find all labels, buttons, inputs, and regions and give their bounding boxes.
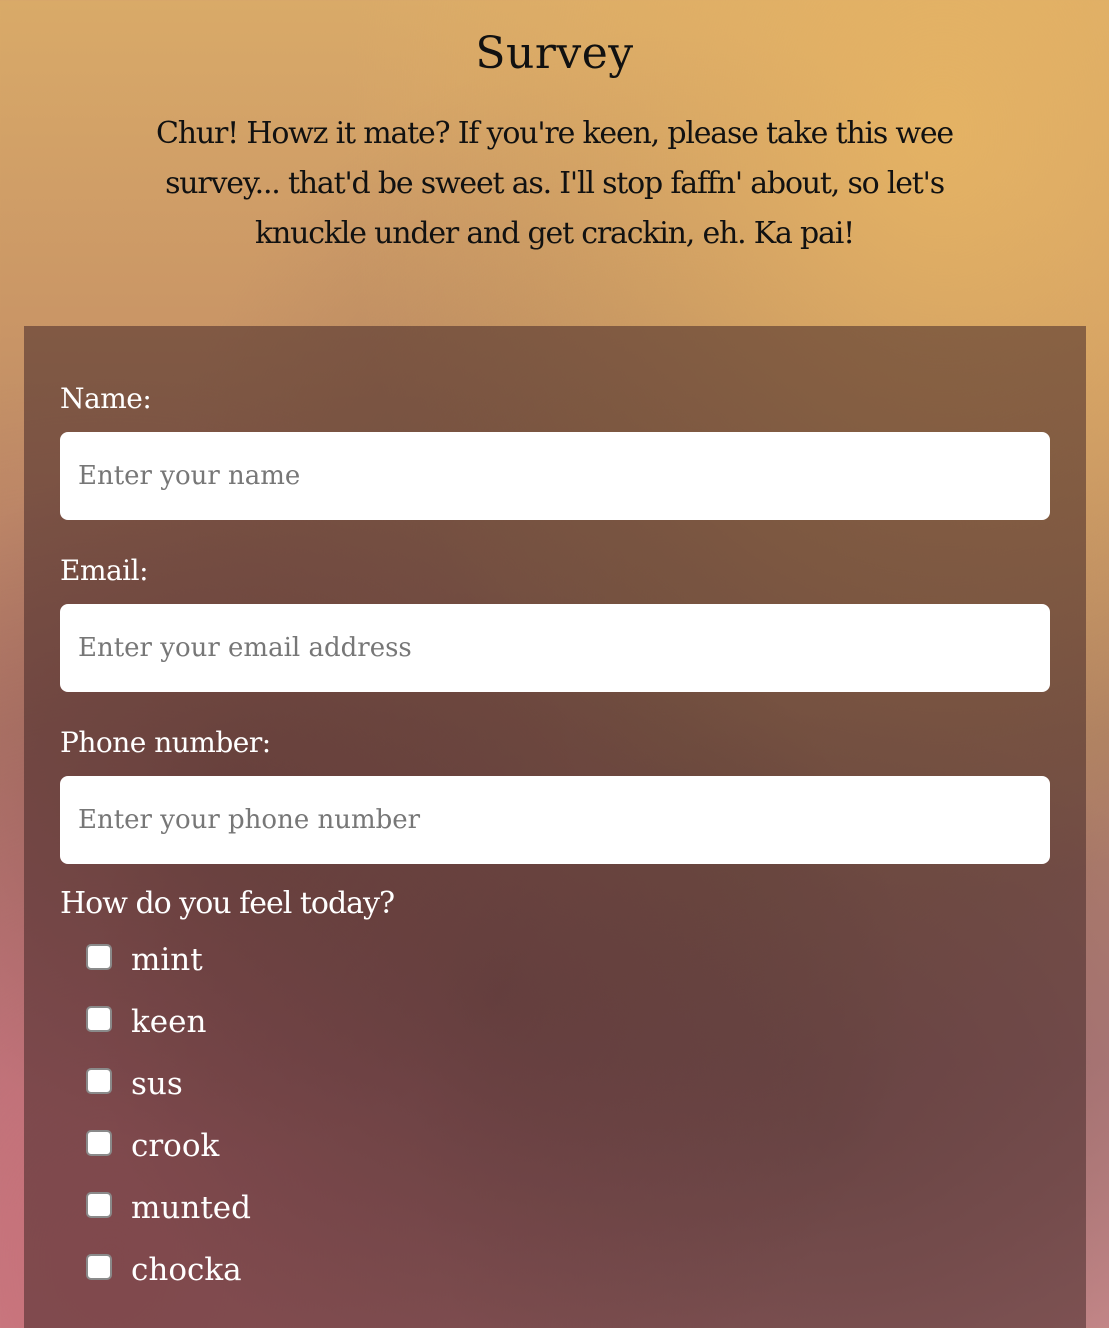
checkbox-mint[interactable]: [86, 944, 112, 970]
feeling-option-chocka: chocka: [86, 1252, 251, 1314]
checkbox-sus[interactable]: [86, 1068, 112, 1094]
feeling-option-keen: keen: [86, 1004, 251, 1066]
checkbox-chocka[interactable]: [86, 1254, 112, 1280]
name-label: Name:: [60, 382, 152, 415]
option-label[interactable]: mint: [131, 942, 203, 978]
email-input[interactable]: [60, 604, 1050, 692]
feelings-options: mint keen sus crook munted chocka: [86, 942, 251, 1314]
option-label[interactable]: munted: [131, 1190, 251, 1226]
feeling-option-crook: crook: [86, 1128, 251, 1190]
survey-form: Name: Email: Phone number: How do you fe…: [24, 326, 1086, 1328]
checkbox-keen[interactable]: [86, 1006, 112, 1032]
option-label[interactable]: sus: [131, 1066, 183, 1102]
feelings-question: How do you feel today?: [60, 886, 395, 921]
phone-label: Phone number:: [60, 726, 271, 759]
checkbox-crook[interactable]: [86, 1130, 112, 1156]
page-header: Survey Chur! Howz it mate? If you're kee…: [0, 0, 1109, 259]
option-label[interactable]: crook: [131, 1128, 219, 1164]
option-label[interactable]: keen: [131, 1004, 206, 1040]
feeling-option-mint: mint: [86, 942, 251, 1004]
email-label: Email:: [60, 554, 149, 587]
feeling-option-munted: munted: [86, 1190, 251, 1252]
checkbox-munted[interactable]: [86, 1192, 112, 1218]
name-input[interactable]: [60, 432, 1050, 520]
option-label[interactable]: chocka: [131, 1252, 242, 1288]
intro-text: Chur! Howz it mate? If you're keen, plea…: [156, 116, 954, 251]
phone-input[interactable]: [60, 776, 1050, 864]
feeling-option-sus: sus: [86, 1066, 251, 1128]
page-title: Survey: [475, 28, 634, 79]
